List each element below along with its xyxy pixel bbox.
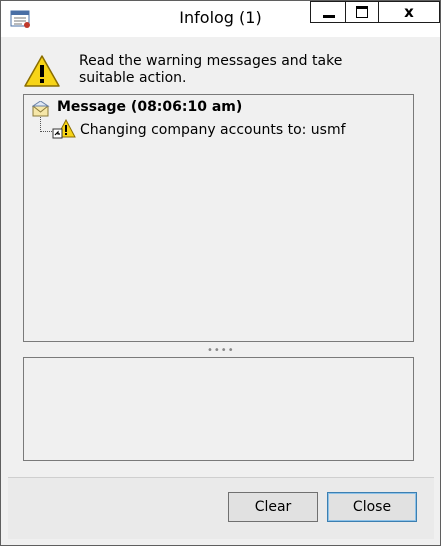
close-window-button[interactable]: x — [378, 1, 440, 23]
tree-node-message[interactable]: Message (08:06:10 am) — [57, 99, 242, 115]
tree-connector — [40, 131, 52, 132]
splitter-grip[interactable]: •••• — [207, 345, 235, 356]
warning-message: Read the warning messages and take suita… — [79, 53, 343, 86]
maximize-button[interactable] — [345, 1, 379, 23]
title-bar[interactable]: Infolog (1) x — [1, 1, 440, 37]
clear-button[interactable]: Clear — [228, 492, 318, 522]
tree-node-child[interactable]: Changing company accounts to: usmf — [80, 122, 346, 138]
minimize-icon — [323, 15, 335, 18]
detail-panel — [23, 357, 414, 461]
close-button[interactable]: Close — [327, 492, 417, 522]
warning-small-icon — [52, 118, 76, 139]
message-envelope-icon — [31, 100, 50, 117]
minimize-button[interactable] — [310, 1, 346, 23]
maximize-icon — [356, 6, 368, 18]
warning-icon — [23, 54, 61, 88]
message-tree[interactable]: Message (08:06:10 am) Changing company a… — [23, 94, 414, 342]
infolog-window: Infolog (1) x Read the warning messages … — [0, 0, 441, 546]
close-icon: x — [404, 3, 414, 21]
button-bar: Clear Close — [8, 477, 434, 539]
tree-connector — [40, 117, 41, 132]
